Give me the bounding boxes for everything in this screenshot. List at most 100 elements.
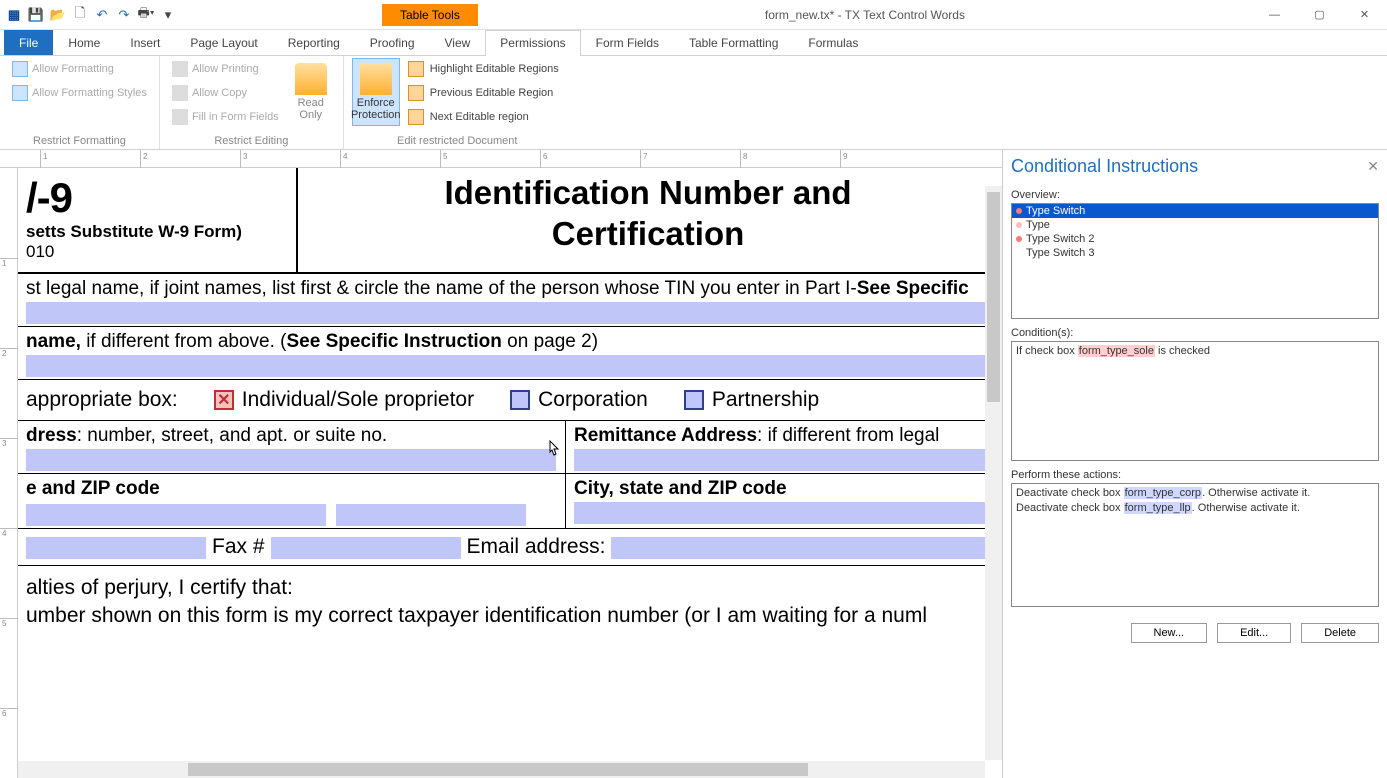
phone-field[interactable]	[26, 537, 206, 559]
allow-formatting-styles-button[interactable]: Allow Formatting Styles	[8, 82, 151, 104]
tab-insert[interactable]: Insert	[115, 30, 175, 55]
email-label: Email address:	[467, 535, 606, 559]
email-field[interactable]	[611, 537, 990, 559]
allow-printing-button[interactable]: Allow Printing	[168, 58, 283, 80]
tab-view[interactable]: View	[430, 30, 486, 55]
state-field[interactable]	[26, 504, 326, 526]
undo-icon[interactable]: ↶	[92, 5, 112, 25]
zip-field[interactable]	[336, 504, 526, 526]
allow-copy-button[interactable]: Allow Copy	[168, 82, 283, 104]
legal-name-label: st legal name, if joint names, list firs…	[26, 278, 969, 299]
cert-line-1: alties of perjury, I certify that:	[26, 574, 990, 602]
read-only-button[interactable]: Read Only	[287, 58, 335, 126]
group-restrict-editing: Allow Printing Allow Copy Fill in Form F…	[160, 56, 344, 149]
checkbox-partnership[interactable]: Partnership	[684, 388, 819, 412]
form-title: Identification Number andCertification	[306, 172, 990, 255]
checkbox-sole-label: Individual/Sole proprietor	[242, 388, 474, 412]
tab-form-fields[interactable]: Form Fields	[581, 30, 674, 55]
prev-region-label: Previous Editable Region	[430, 87, 554, 99]
group-title-restrict-formatting: Restrict Formatting	[8, 133, 151, 149]
group-edit-restricted: Enforce Protection Highlight Editable Re…	[344, 56, 571, 149]
enforce-protection-button[interactable]: Enforce Protection	[352, 58, 400, 126]
ribbon-tabs: File Home Insert Page Layout Reporting P…	[0, 30, 1387, 56]
horizontal-ruler[interactable]: 123456789	[0, 150, 1002, 168]
conditions-box[interactable]: If check box form_type_sole is checked	[1011, 341, 1379, 461]
zip2-label: City, state and ZIP code	[574, 478, 787, 499]
city-state-zip-field[interactable]	[574, 502, 990, 524]
read-only-label: Read Only	[298, 97, 324, 121]
list-item[interactable]: Type	[1012, 218, 1378, 232]
business-name-field[interactable]	[26, 355, 990, 377]
fax-field[interactable]	[271, 537, 461, 559]
maximize-button[interactable]: ▢	[1297, 1, 1342, 29]
conditions-label: Condition(s):	[1011, 327, 1379, 339]
next-region-label: Next Editable region	[430, 111, 529, 123]
minimize-button[interactable]: —	[1252, 1, 1297, 29]
zip1-label: e and ZIP code	[26, 478, 160, 499]
document-page[interactable]: /-9 setts Substitute W-9 Form) 010 Ident…	[18, 168, 998, 778]
address-field[interactable]	[26, 449, 556, 471]
save-icon[interactable]: 💾	[26, 5, 46, 25]
cond-text: If check box	[1016, 345, 1078, 357]
scrollbar-thumb[interactable]	[987, 192, 1000, 402]
close-button[interactable]: ✕	[1342, 1, 1387, 29]
highlight-regions-button[interactable]: Highlight Editable Regions	[404, 58, 563, 80]
list-item[interactable]: Type Switch	[1012, 204, 1378, 218]
vertical-ruler[interactable]: 1234567	[0, 168, 18, 778]
actions-box[interactable]: Deactivate check box form_type_corp. Oth…	[1011, 483, 1379, 607]
tab-proofing[interactable]: Proofing	[355, 30, 430, 55]
appropriate-box-label: appropriate box:	[26, 388, 178, 412]
open-icon[interactable]: 📂	[48, 5, 68, 25]
business-name-label: name, if different from above. (See Spec…	[26, 331, 598, 352]
tab-permissions[interactable]: Permissions	[485, 30, 580, 56]
group-title-edit-restricted: Edit restricted Document	[352, 133, 563, 149]
fill-form-fields-button[interactable]: Fill in Form Fields	[168, 106, 283, 128]
remittance-label: Remittance Address: if different from le…	[574, 425, 939, 446]
edit-button[interactable]: Edit...	[1217, 623, 1291, 643]
action-1-field-ref: form_type_corp	[1124, 487, 1202, 499]
checkbox-sole-proprietor[interactable]: Individual/Sole proprietor	[214, 388, 474, 412]
scrollbar-thumb[interactable]	[188, 763, 808, 776]
fax-label: Fax #	[212, 535, 265, 559]
qat-customize-icon[interactable]: ▾	[158, 5, 178, 25]
tab-formulas[interactable]: Formulas	[793, 30, 873, 55]
legal-name-field[interactable]	[26, 302, 990, 324]
document-scroll[interactable]: 1234567 /-9 setts Substitute W-9 Form) 0…	[0, 168, 1002, 778]
horizontal-scrollbar[interactable]	[18, 761, 985, 778]
new-icon[interactable]: 🗋	[70, 5, 90, 25]
status-dot-icon	[1016, 208, 1022, 214]
delete-button[interactable]: Delete	[1301, 623, 1379, 643]
allow-formatting-icon	[12, 61, 28, 77]
actions-label: Perform these actions:	[1011, 469, 1379, 481]
print-icon[interactable]: 🖶▾	[136, 5, 156, 25]
tab-reporting[interactable]: Reporting	[273, 30, 355, 55]
redo-icon[interactable]: ↷	[114, 5, 134, 25]
tab-home[interactable]: Home	[53, 30, 115, 55]
list-item[interactable]: Type Switch 2	[1012, 232, 1378, 246]
tab-file[interactable]: File	[4, 30, 53, 55]
overview-label: Overview:	[1011, 189, 1379, 201]
remittance-field[interactable]	[574, 449, 990, 471]
panel-close-icon[interactable]: ✕	[1367, 158, 1379, 175]
prev-region-button[interactable]: Previous Editable Region	[404, 82, 563, 104]
checkbox-icon	[214, 390, 234, 410]
vertical-scrollbar[interactable]	[985, 186, 1002, 760]
copy-icon	[172, 85, 188, 101]
checkbox-icon	[684, 390, 704, 410]
tab-page-layout[interactable]: Page Layout	[175, 30, 272, 55]
checkbox-corp-label: Corporation	[538, 388, 648, 412]
prev-region-icon	[408, 85, 424, 101]
new-button[interactable]: New...	[1131, 623, 1208, 643]
cond-text-tail: is checked	[1155, 345, 1210, 357]
next-region-button[interactable]: Next Editable region	[404, 106, 563, 128]
window-controls: — ▢ ✕	[1252, 1, 1387, 29]
allow-formatting-button[interactable]: Allow Formatting	[8, 58, 151, 80]
conditional-instructions-panel: Conditional Instructions ✕ Overview: Typ…	[1002, 150, 1387, 778]
checkbox-corporation[interactable]: Corporation	[510, 388, 648, 412]
tab-table-formatting[interactable]: Table Formatting	[674, 30, 793, 55]
allow-formatting-styles-label: Allow Formatting Styles	[32, 87, 147, 99]
overview-listbox[interactable]: Type SwitchTypeType Switch 2Type Switch …	[1011, 203, 1379, 319]
list-item[interactable]: Type Switch 3	[1012, 246, 1378, 260]
action-2-text: Deactivate check box	[1016, 502, 1124, 514]
group-restrict-formatting: Allow Formatting Allow Formatting Styles…	[0, 56, 160, 149]
